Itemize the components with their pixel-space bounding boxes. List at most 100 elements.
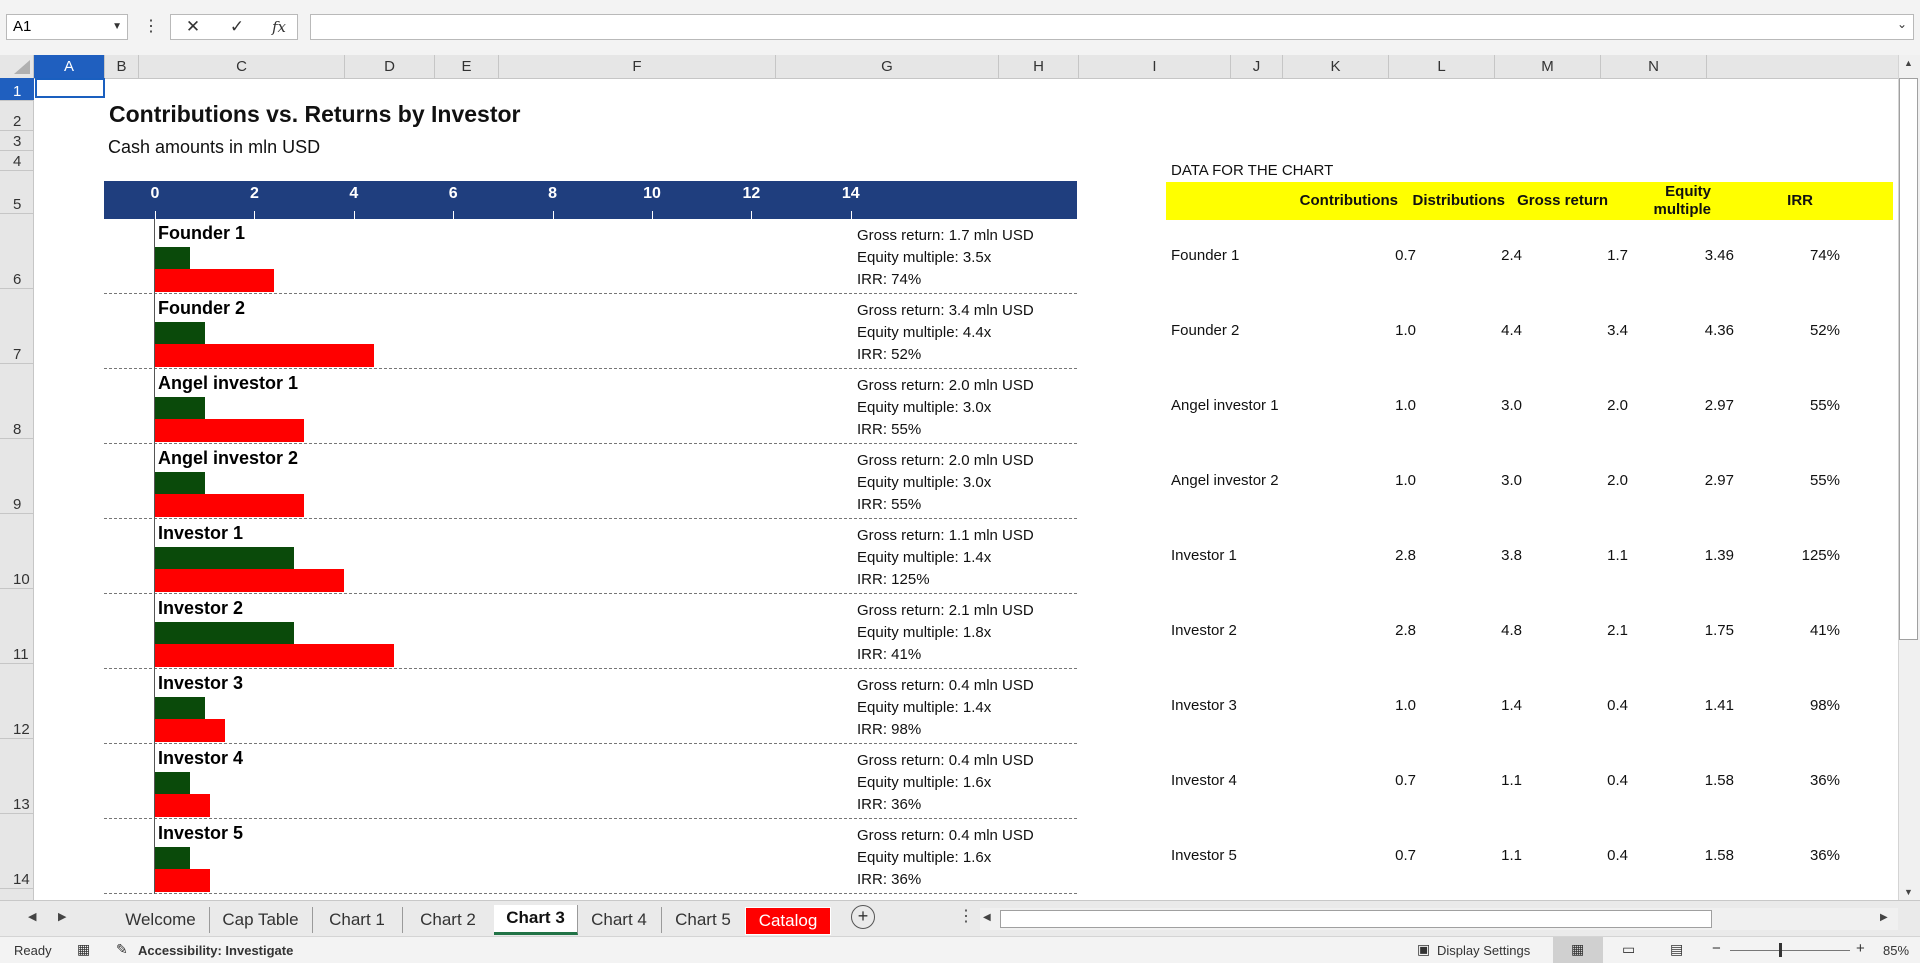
zoom-level[interactable]: 85% [1883, 943, 1909, 958]
table-cell[interactable]: 1.1 [1501, 847, 1522, 864]
column-header-l[interactable]: L [1389, 55, 1495, 78]
row-header-14[interactable]: 14 [0, 814, 34, 889]
column-header-j[interactable]: J [1231, 55, 1283, 78]
table-cell[interactable]: 98% [1810, 697, 1840, 714]
display-settings-label[interactable]: Display Settings [1437, 943, 1530, 958]
expand-formula-icon[interactable]: ⌄ [1897, 17, 1907, 31]
table-cell[interactable]: 1.41 [1705, 697, 1734, 714]
table-cell[interactable]: 1.58 [1705, 772, 1734, 789]
table-cell[interactable]: 2.8 [1395, 547, 1416, 564]
row-header-8[interactable]: 8 [0, 364, 34, 439]
table-cell[interactable]: 36% [1810, 772, 1840, 789]
cancel-icon[interactable]: ✕ [181, 14, 205, 40]
sheet-tab-cap-table[interactable]: Cap Table [209, 907, 313, 933]
column-header-h[interactable]: H [999, 55, 1079, 78]
column-header-c[interactable]: C [139, 55, 345, 78]
row-header-10[interactable]: 10 [0, 514, 34, 589]
scroll-down-icon[interactable]: ▼ [1904, 887, 1913, 897]
table-cell[interactable]: 1.1 [1607, 547, 1628, 564]
scroll-tabs-left-icon[interactable]: ◀ [28, 910, 36, 923]
row-header-7[interactable]: 7 [0, 289, 34, 364]
table-cell[interactable]: 4.4 [1501, 322, 1522, 339]
table-cell[interactable]: 125% [1802, 547, 1840, 564]
accessibility-icon[interactable]: ✎ [116, 941, 128, 958]
page-layout-icon[interactable]: ▭ [1622, 941, 1635, 958]
table-cell[interactable]: 74% [1810, 247, 1840, 264]
zoom-slider-handle[interactable] [1779, 943, 1782, 957]
column-header-g[interactable]: G [776, 55, 999, 78]
row-header-1[interactable]: 1 [0, 78, 34, 101]
table-cell[interactable]: 3.0 [1501, 397, 1522, 414]
table-cell[interactable]: 2.4 [1501, 247, 1522, 264]
table-cell[interactable]: 3.46 [1705, 247, 1734, 264]
table-cell[interactable]: 2.97 [1705, 472, 1734, 489]
table-cell[interactable]: 0.4 [1607, 772, 1628, 789]
table-cell[interactable]: 1.39 [1705, 547, 1734, 564]
table-cell[interactable]: 4.36 [1705, 322, 1734, 339]
column-header-b[interactable]: B [105, 55, 139, 78]
sheet-tab-welcome[interactable]: Welcome [112, 907, 210, 933]
zoom-out-icon[interactable]: − [1712, 940, 1721, 957]
table-cell[interactable]: 3.8 [1501, 547, 1522, 564]
table-cell[interactable]: 2.97 [1705, 397, 1734, 414]
more-options-icon[interactable]: ⋮ [143, 14, 159, 40]
sheet-tab-chart-4[interactable]: Chart 4 [577, 907, 662, 933]
row-header-9[interactable]: 9 [0, 439, 34, 514]
table-cell[interactable]: 2.8 [1395, 622, 1416, 639]
table-cell[interactable]: 2.0 [1607, 397, 1628, 414]
column-header-a[interactable]: A [34, 55, 105, 78]
column-header-f[interactable]: F [499, 55, 776, 78]
chevron-down-icon[interactable]: ▼ [112, 15, 122, 39]
table-cell[interactable]: 1.0 [1395, 697, 1416, 714]
table-cell[interactable]: 36% [1810, 847, 1840, 864]
scroll-left-icon[interactable]: ◀ [983, 912, 991, 923]
formula-input[interactable]: ⌄ [310, 14, 1914, 40]
table-cell[interactable]: 0.7 [1395, 847, 1416, 864]
accessibility-status[interactable]: Accessibility: Investigate [138, 943, 293, 958]
column-header-d[interactable]: D [345, 55, 435, 78]
sheet-tab-chart-1[interactable]: Chart 1 [312, 907, 403, 933]
sheet-tab-catalog[interactable]: Catalog [745, 907, 831, 935]
table-cell[interactable]: 3.4 [1607, 322, 1628, 339]
table-cell[interactable]: 1.75 [1705, 622, 1734, 639]
table-cell[interactable]: 4.8 [1501, 622, 1522, 639]
sheet-tab-chart-2[interactable]: Chart 2 [402, 907, 495, 933]
add-sheet-icon[interactable]: + [851, 905, 875, 929]
table-cell[interactable]: 0.7 [1395, 772, 1416, 789]
horizontal-scroll-thumb[interactable] [1000, 910, 1712, 928]
row-header-4[interactable]: 4 [0, 151, 34, 171]
row-header-13[interactable]: 13 [0, 739, 34, 814]
row-header-12[interactable]: 12 [0, 664, 34, 739]
row-header-3[interactable]: 3 [0, 131, 34, 151]
column-header-i[interactable]: I [1079, 55, 1231, 78]
enter-icon[interactable]: ✓ [225, 14, 249, 40]
zoom-in-icon[interactable]: + [1856, 940, 1865, 957]
row-header-5[interactable]: 5 [0, 171, 34, 214]
table-cell[interactable]: 0.7 [1395, 247, 1416, 264]
more-options-icon[interactable]: ⋮ [958, 906, 974, 926]
zoom-slider[interactable] [1730, 950, 1850, 951]
scroll-up-icon[interactable]: ▲ [1904, 58, 1913, 68]
row-header-6[interactable]: 6 [0, 214, 34, 289]
column-header-k[interactable]: K [1283, 55, 1389, 78]
table-cell[interactable]: 1.4 [1501, 697, 1522, 714]
display-settings-icon[interactable]: ▣ [1417, 941, 1430, 958]
row-header-11[interactable]: 11 [0, 589, 34, 664]
table-cell[interactable]: 1.1 [1501, 772, 1522, 789]
row-header-2[interactable]: 2 [0, 101, 34, 131]
table-cell[interactable]: 55% [1810, 397, 1840, 414]
sheet-tab-chart-5[interactable]: Chart 5 [661, 907, 746, 933]
name-box[interactable]: A1 ▼ [6, 14, 128, 40]
table-cell[interactable]: 1.0 [1395, 322, 1416, 339]
column-header-m[interactable]: M [1495, 55, 1601, 78]
table-cell[interactable]: 55% [1810, 472, 1840, 489]
table-cell[interactable]: 3.0 [1501, 472, 1522, 489]
table-cell[interactable]: 1.7 [1607, 247, 1628, 264]
page-break-preview-icon[interactable]: ▤ [1670, 941, 1683, 958]
insert-function-icon[interactable]: fx [267, 14, 291, 40]
table-cell[interactable]: 0.4 [1607, 847, 1628, 864]
scroll-right-icon[interactable]: ▶ [1880, 912, 1888, 923]
column-header-n[interactable]: N [1601, 55, 1707, 78]
table-cell[interactable]: 1.58 [1705, 847, 1734, 864]
vertical-scroll-thumb[interactable] [1899, 78, 1918, 640]
